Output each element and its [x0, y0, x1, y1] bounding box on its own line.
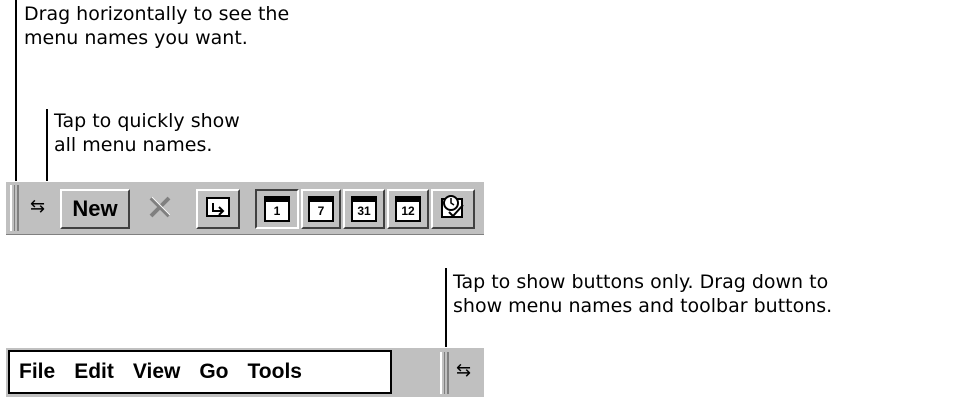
callout-drag-line2: menu names you want. [24, 27, 248, 49]
calendar-year-icon: 12 [395, 196, 421, 222]
calendar-day-icon: 1 [264, 196, 290, 222]
calendar-year-button[interactable]: 12 [387, 189, 429, 229]
menu-go[interactable]: Go [190, 360, 238, 384]
callout-tap-show-line1: Tap to quickly show [54, 110, 240, 132]
appointment-button[interactable] [431, 189, 475, 229]
callout-tap-show-line2: all menu names. [54, 134, 213, 156]
command-bar-toolbar: ⇆ New 1 7 31 12 [6, 181, 484, 235]
callout-line-drag [15, 0, 17, 183]
menubar-swap-arrows-icon[interactable]: ⇆ [456, 360, 471, 381]
calendar-week-icon: 7 [308, 196, 334, 222]
toolbar-drag-handle[interactable] [10, 185, 19, 231]
menu-edit[interactable]: Edit [65, 360, 124, 384]
callout-tap-buttons: Tap to show buttons only. Drag down to s… [453, 270, 832, 318]
callout-line-tap-show [46, 109, 48, 186]
folder-button[interactable] [196, 189, 240, 229]
menu-names: File Edit View Go Tools [8, 350, 392, 394]
calendar-week-button[interactable]: 7 [301, 189, 341, 229]
callout-line-tap-buttons [445, 268, 447, 350]
callout-drag: Drag horizontally to see the menu names … [24, 2, 289, 50]
calendar-month-icon: 31 [351, 196, 377, 222]
menubar-drag-handle[interactable] [440, 352, 449, 394]
menu-file[interactable]: File [10, 360, 65, 384]
folder-icon [205, 195, 231, 223]
menu-view[interactable]: View [124, 360, 190, 384]
calendar-day-button[interactable]: 1 [255, 189, 299, 229]
delete-icon [147, 194, 173, 224]
callout-tap-buttons-line2: show menu names and toolbar buttons. [453, 295, 833, 317]
new-button[interactable]: New [60, 189, 130, 229]
new-button-label: New [72, 196, 118, 221]
callout-drag-line1: Drag horizontally to see the [24, 3, 290, 25]
menu-tools[interactable]: Tools [239, 360, 312, 384]
delete-button[interactable] [138, 189, 182, 229]
appointment-icon [439, 193, 467, 225]
swap-arrows-icon[interactable]: ⇆ [30, 196, 45, 217]
callout-tap-show: Tap to quickly show all menu names. [54, 109, 240, 157]
callout-tap-buttons-line1: Tap to show buttons only. Drag down to [453, 271, 829, 293]
menu-bar: File Edit View Go Tools ⇆ [6, 347, 484, 397]
calendar-month-button[interactable]: 31 [343, 189, 385, 229]
